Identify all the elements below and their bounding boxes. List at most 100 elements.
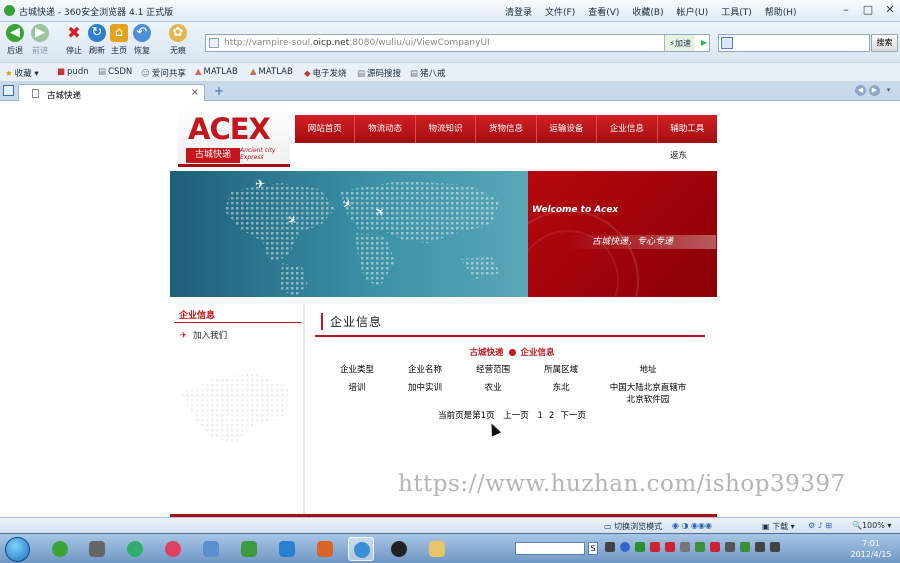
app-icon xyxy=(241,541,257,557)
new-tab-icon[interactable]: + xyxy=(214,84,224,98)
tray-icon[interactable] xyxy=(605,542,615,552)
tray-icon[interactable] xyxy=(695,542,705,552)
switch-mode-button[interactable]: ▭ 切换浏览模式 xyxy=(604,521,662,532)
system-clock[interactable]: 7:01 2012/4/15 xyxy=(845,538,897,560)
page-icon xyxy=(209,38,219,48)
maximize-icon[interactable]: □ xyxy=(862,3,874,16)
fav-item-iask[interactable]: ☺ 爱问共享 xyxy=(141,67,186,79)
taskbar-app[interactable] xyxy=(122,537,148,561)
app-icon xyxy=(89,541,105,557)
fav-item-codesoso[interactable]: ▤ 源码搜搜 xyxy=(357,67,401,79)
search-button[interactable]: 搜索 xyxy=(871,34,898,52)
tray-icon[interactable] xyxy=(740,542,750,552)
airplane-icon: ✈ xyxy=(180,331,188,341)
close-icon[interactable]: ✕ xyxy=(884,3,896,16)
back-button[interactable]: ◀ 后退 xyxy=(2,24,28,56)
nav-logistics-news[interactable]: 物流动态 xyxy=(355,115,416,143)
start-button[interactable] xyxy=(5,537,30,562)
fav-item-pudn[interactable]: ■ pudn xyxy=(57,67,89,77)
taskbar-search-button[interactable]: S xyxy=(588,542,598,555)
browser-360-icon xyxy=(52,541,68,557)
prev-page-link[interactable]: 上一页 xyxy=(503,411,529,421)
search-input[interactable] xyxy=(718,34,870,52)
download-button[interactable]: ▣ 下载 ▾ xyxy=(762,521,795,532)
nav-company-info[interactable]: 企业信息 xyxy=(597,115,658,143)
speed-up-button[interactable]: ⚡加速 xyxy=(664,35,695,51)
taskbar-search-input[interactable] xyxy=(515,542,585,555)
taskbar-app[interactable] xyxy=(312,537,338,561)
tab-right-icon[interactable]: ▶ xyxy=(869,85,880,96)
tab-list-icon[interactable]: ▾ xyxy=(883,85,894,96)
menu-login[interactable]: 清登录 xyxy=(505,5,532,18)
minimize-icon[interactable]: – xyxy=(840,3,852,16)
menu-bar: 清登录 文件(F) 查看(V) 收藏(B) 帐户(U) 工具(T) 帮助(H) xyxy=(505,5,810,18)
taskbar-app[interactable] xyxy=(47,537,73,561)
fav-item-zbj[interactable]: ▤ 猪八戒 xyxy=(410,67,446,79)
site-logo[interactable]: ACEX 古城快递 Ancient city Express xyxy=(178,103,290,167)
nav-cargo-info[interactable]: 货物信息 xyxy=(476,115,537,143)
fav-item-matlab-1[interactable]: ▲ MATLAB xyxy=(195,67,238,77)
go-arrow-icon[interactable]: ▶ xyxy=(701,38,707,47)
nav-tools[interactable]: 辅助工具 xyxy=(658,115,717,143)
banner-welcome-panel: Welcome to Acex 古城快递，专心专递 xyxy=(528,171,717,297)
fav-item-elecfans[interactable]: ◆ 电子发烧 xyxy=(304,67,347,79)
restore-button[interactable]: ↶ 恢复 xyxy=(129,24,155,56)
page-link-1[interactable]: 1 xyxy=(537,411,542,421)
sidebar-toggle-icon[interactable] xyxy=(3,85,14,96)
menu-favorites[interactable]: 收藏(B) xyxy=(632,5,663,18)
search-engine-icon[interactable] xyxy=(721,37,733,49)
menu-tools[interactable]: 工具(T) xyxy=(721,5,752,18)
address-url[interactable]: http://vampire-soul.oicp.net:8080/wuliu/… xyxy=(224,38,490,48)
tray-icon[interactable] xyxy=(635,542,645,552)
page-link-2[interactable]: 2 xyxy=(549,411,554,421)
taskbar-app[interactable] xyxy=(160,537,186,561)
taskbar-app[interactable] xyxy=(198,537,224,561)
tray-icon[interactable] xyxy=(680,542,690,552)
status-icons[interactable]: ◉ ◑ ◉◉◉ xyxy=(672,521,712,530)
address-bar[interactable]: http://vampire-soul.oicp.net:8080/wuliu/… xyxy=(205,34,710,52)
close-tab-icon[interactable]: × xyxy=(191,87,199,98)
tray-icon[interactable] xyxy=(650,542,660,552)
column-header: 企业名称 xyxy=(408,365,443,375)
favorites-bar: ★ 收藏 ▾ ■ pudn ▤ CSDN ☺ 爱问共享 ▲ MATLAB ▲ MATLAB … xyxy=(0,62,900,82)
favorites-menu[interactable]: ★ 收藏 ▾ xyxy=(5,67,39,79)
forward-arrow-icon: ▶ xyxy=(31,24,49,42)
help-icon[interactable] xyxy=(620,542,630,552)
menu-file[interactable]: 文件(F) xyxy=(545,5,575,18)
fav-item-csdn[interactable]: ▤ CSDN xyxy=(98,67,132,77)
taskbar-app-active[interactable] xyxy=(348,537,374,561)
taskbar-app[interactable] xyxy=(274,537,300,561)
status-tools-icons[interactable]: ⚙ ♪ ⊞ xyxy=(808,521,832,530)
tab-left-icon[interactable]: ◀ xyxy=(855,85,866,96)
taskbar-app[interactable] xyxy=(386,537,412,561)
fav-item-matlab-2[interactable]: ▲ MATLAB xyxy=(250,67,293,77)
taskbar-app[interactable] xyxy=(84,537,110,561)
sidebar-item-join-us[interactable]: ✈ 加入我们 xyxy=(180,329,227,341)
menu-account[interactable]: 帐户(U) xyxy=(677,5,709,18)
tray-icon[interactable] xyxy=(665,542,675,552)
sidebar-title: 企业信息 xyxy=(179,311,216,321)
breadcrumb-home[interactable]: 古城快递 xyxy=(469,348,503,358)
column-header: 经营范围 xyxy=(476,365,511,375)
incognito-button[interactable]: ✿ 无痕 xyxy=(165,24,191,56)
tray-icon[interactable] xyxy=(725,542,735,552)
taskbar-app[interactable] xyxy=(424,537,450,561)
zoom-control[interactable]: 🔍100% ▾ xyxy=(852,521,891,530)
system-tray xyxy=(605,542,780,552)
subnav-link[interactable]: 返东 xyxy=(670,149,687,161)
volume-icon[interactable] xyxy=(770,542,780,552)
menu-help[interactable]: 帮助(H) xyxy=(765,5,797,18)
network-icon[interactable] xyxy=(755,542,765,552)
next-page-link[interactable]: 下一页 xyxy=(560,411,586,421)
tray-icon[interactable] xyxy=(710,542,720,552)
forward-button[interactable]: ▶ 前进 xyxy=(27,24,53,56)
window-controls: – □ ✕ xyxy=(840,3,896,16)
menu-view[interactable]: 查看(V) xyxy=(588,5,619,18)
page-icon xyxy=(32,89,39,98)
taskbar-app[interactable] xyxy=(236,537,262,561)
tab-active[interactable]: 古城快递 × xyxy=(18,84,205,101)
table-cell: 加中实训 xyxy=(408,383,443,393)
nav-logistics-knowledge[interactable]: 物流知识 xyxy=(416,115,477,143)
nav-transport-equipment[interactable]: 运输设备 xyxy=(537,115,598,143)
nav-home[interactable]: 网站首页 xyxy=(295,115,356,143)
